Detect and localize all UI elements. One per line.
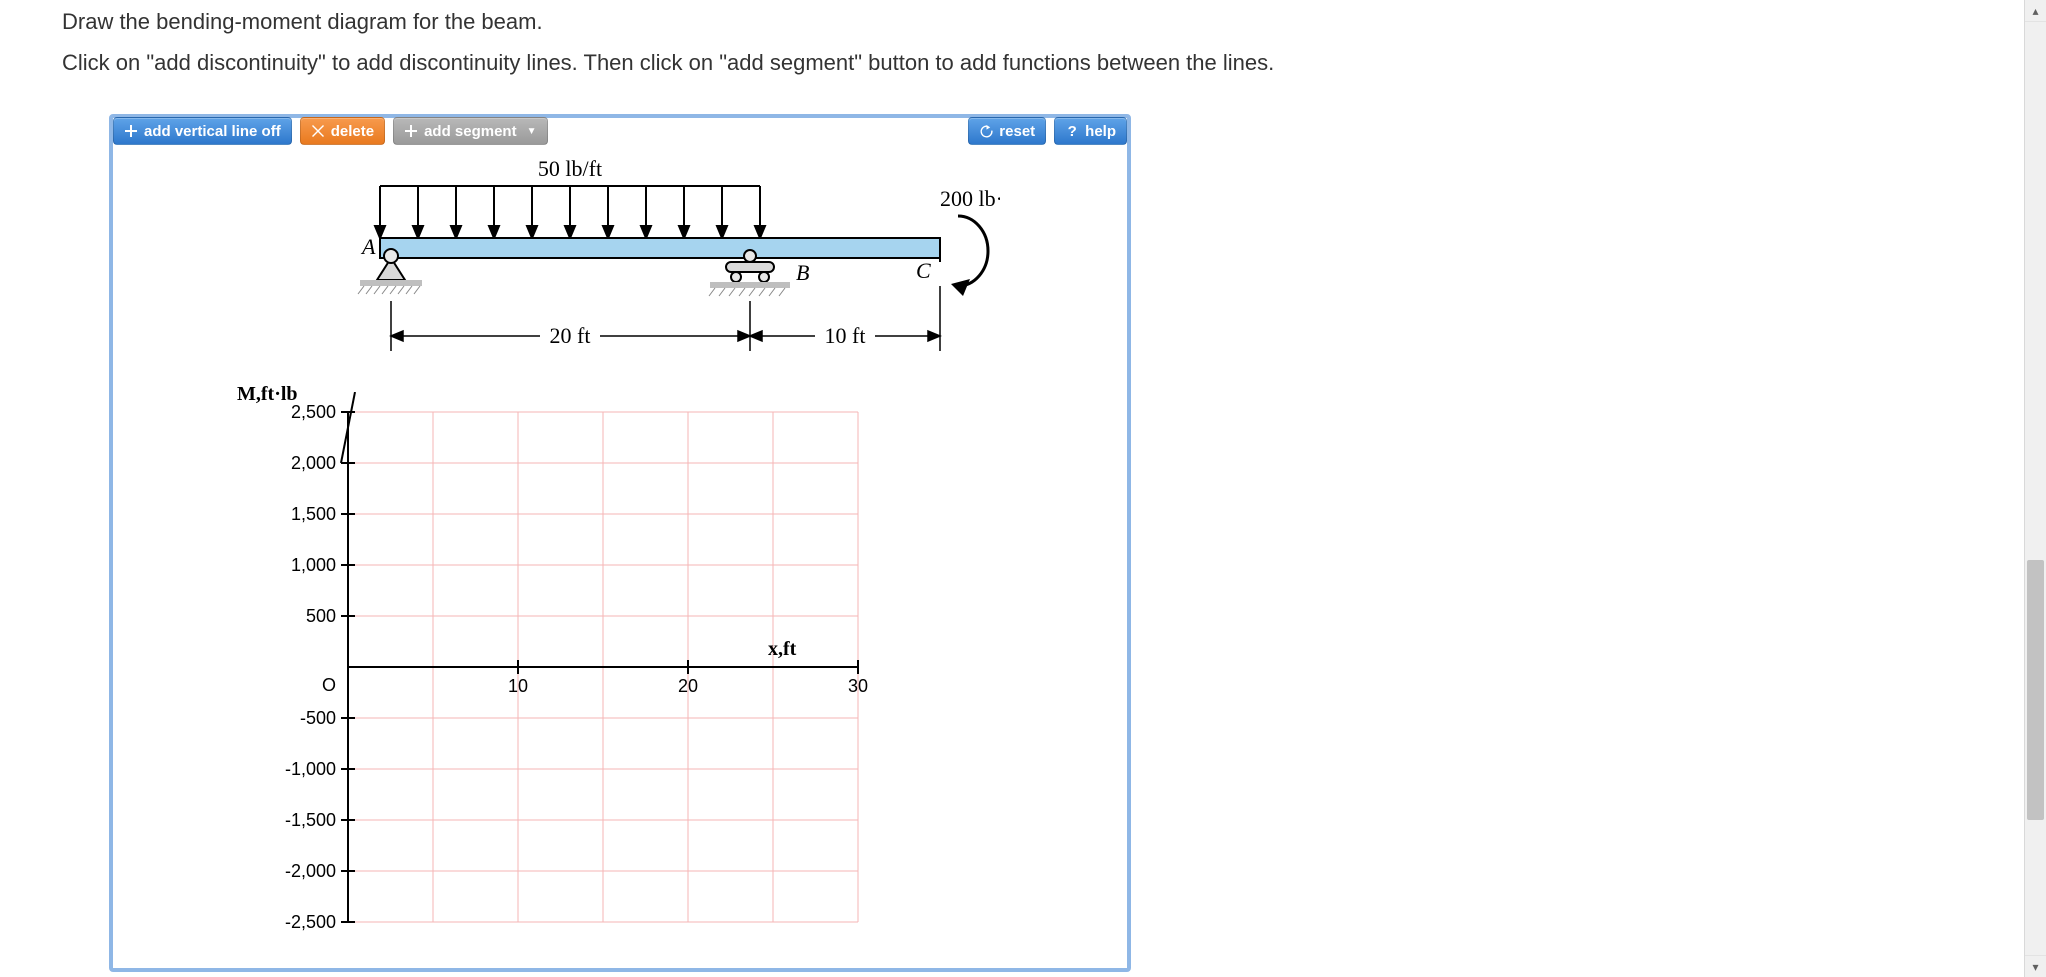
close-icon: [311, 124, 325, 138]
load-label: 50 lb/ft: [538, 156, 602, 181]
span-2: 10 ft: [825, 323, 866, 348]
moment-label: 200 lb·ft: [940, 186, 1000, 211]
x-tick-label: 30: [843, 676, 873, 697]
y-tick-label: 500: [268, 606, 336, 627]
chevron-down-icon: ▼: [527, 126, 537, 137]
moment-chart[interactable]: x,ft 2,500 2,000 1,500 1,000 500 O -500 …: [238, 392, 1008, 952]
y-tick-label: 1,000: [268, 555, 336, 576]
reset-label: reset: [999, 123, 1035, 140]
plus-icon: [124, 124, 138, 138]
y-tick-label: 2,500: [268, 402, 336, 423]
delete-label: delete: [331, 123, 374, 140]
editor-toolbar: add vertical line off delete add segment: [109, 114, 1131, 148]
span-1: 20 ft: [550, 323, 591, 348]
scroll-up-icon[interactable]: ▴: [2025, 0, 2046, 22]
add-segment-label: add segment: [424, 123, 517, 140]
reset-button[interactable]: reset: [968, 117, 1046, 145]
add-vertical-label: add vertical line off: [144, 123, 281, 140]
vertical-scrollbar[interactable]: ▴ ▾: [2024, 0, 2046, 977]
x-axis-title: x,ft: [768, 638, 796, 661]
x-tick-label: 10: [503, 676, 533, 697]
scroll-thumb[interactable]: [2027, 560, 2044, 820]
scroll-down-icon[interactable]: ▾: [2025, 955, 2046, 977]
y-tick-label: -1,500: [268, 810, 336, 831]
point-b: B: [796, 260, 809, 285]
diagram-editor: add vertical line off delete add segment: [109, 114, 1131, 972]
question-icon: ?: [1065, 124, 1079, 138]
y-tick-label: 1,500: [268, 504, 336, 525]
y-tick-label: -2,500: [268, 912, 336, 933]
y-tick-origin: O: [292, 675, 336, 696]
point-c: C: [916, 258, 931, 283]
add-segment-button[interactable]: add segment ▼: [393, 117, 547, 145]
point-a: A: [360, 234, 376, 259]
canvas-area[interactable]: 50 lb/ft: [113, 148, 1127, 968]
y-tick-label: -1,000: [268, 759, 336, 780]
y-tick-label: 2,000: [268, 453, 336, 474]
help-button[interactable]: ? help: [1054, 117, 1127, 145]
plus-icon: [404, 124, 418, 138]
y-tick-label: -2,000: [268, 861, 336, 882]
instruction-line-2: Click on "add discontinuity" to add disc…: [62, 45, 2024, 80]
y-tick-label: -500: [268, 708, 336, 729]
add-vertical-button[interactable]: add vertical line off: [113, 117, 292, 145]
x-tick-label: 20: [673, 676, 703, 697]
help-label: help: [1085, 123, 1116, 140]
reset-icon: [979, 124, 993, 138]
delete-button[interactable]: delete: [300, 117, 385, 145]
instruction-line-1: Draw the bending-moment diagram for the …: [62, 4, 2024, 39]
beam-diagram: 50 lb/ft: [280, 156, 1000, 386]
